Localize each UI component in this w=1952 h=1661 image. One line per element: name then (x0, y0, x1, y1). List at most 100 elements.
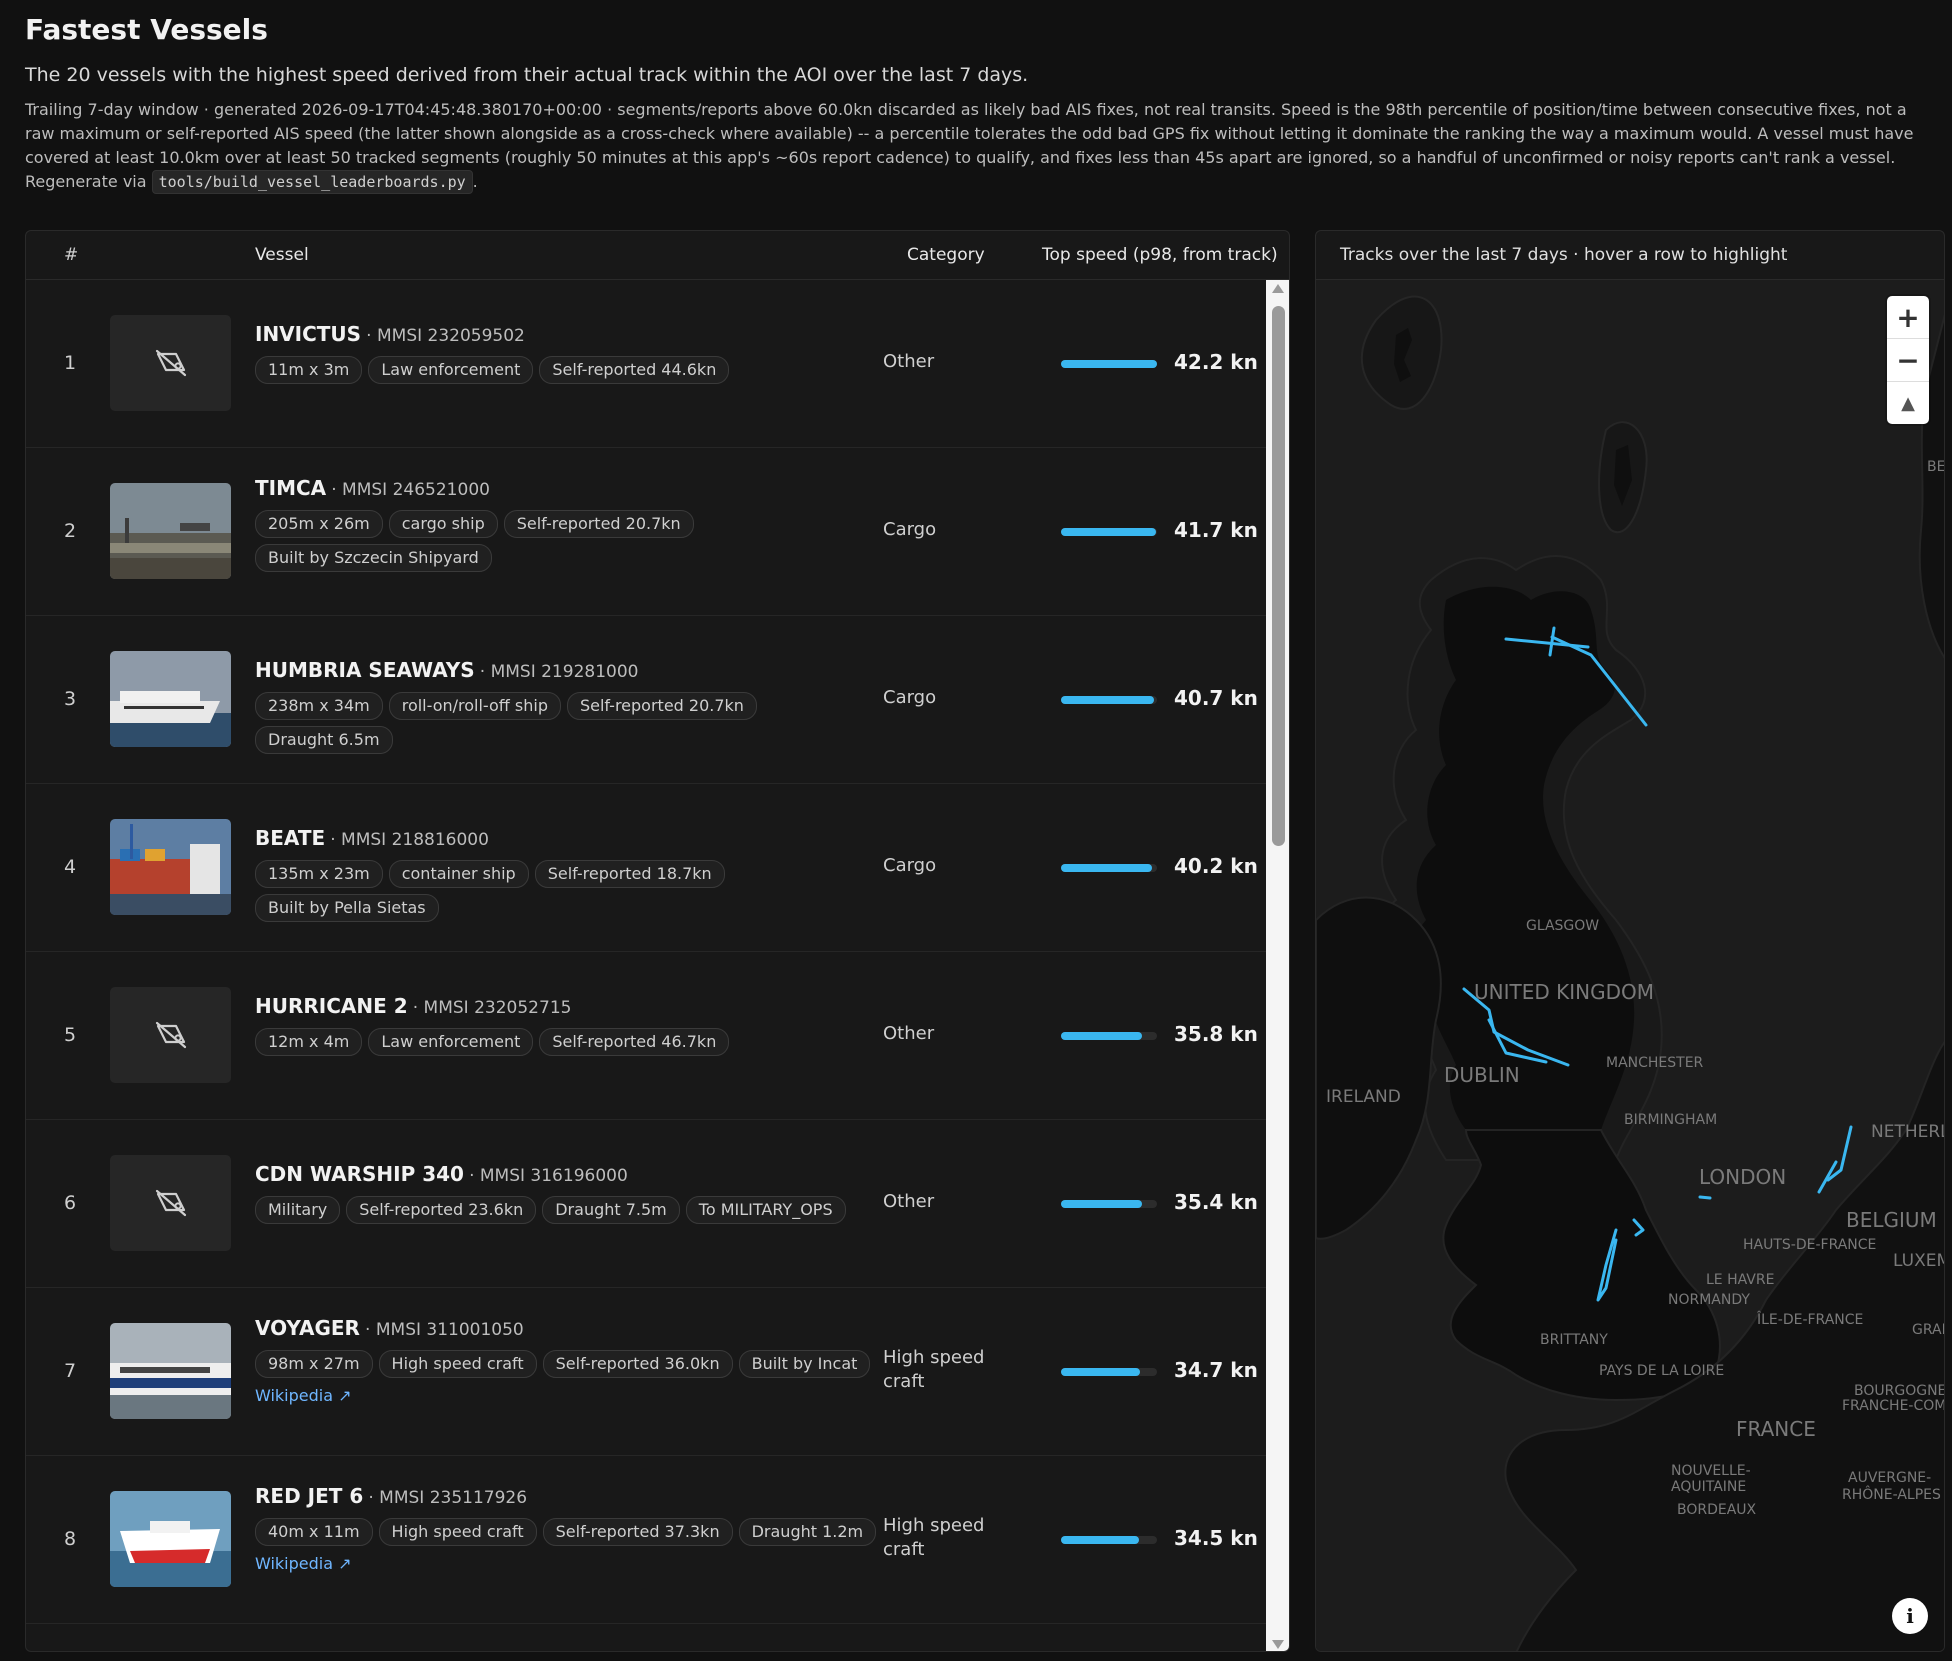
vessel-info: BEATE · MMSI 218816000 135m x 23m containe… (255, 824, 895, 928)
page-description: Trailing 7-day window · generated 2026-0… (25, 98, 1940, 194)
vessel-mmsi: · MMSI 246521000 (331, 480, 490, 500)
vessel-name: CDN WARSHIP 340 (255, 1162, 464, 1186)
map-place-label: AUVERGNE- (1848, 1470, 1932, 1486)
vessel-mmsi: · MMSI 218816000 (330, 830, 489, 850)
page-header: Fastest Vessels The 20 vessels with the … (25, 10, 1940, 194)
row-rank: 1 (64, 352, 77, 374)
attribute-chip: container ship (388, 860, 529, 888)
vessel-mmsi: · MMSI 219281000 (479, 662, 639, 682)
attribute-chip: roll-on/roll-off ship (388, 692, 561, 720)
table-row[interactable]: 3 HUMBRIA SEAWAYS · MMSI 219281000 238m x … (26, 616, 1266, 784)
attribute-chip: Built by Pella Sietas (255, 894, 439, 922)
map-basemap (1316, 280, 1944, 1651)
vessel-title-line: RED JET 6 · MMSI 235117926 (255, 1482, 895, 1512)
map-place-label: BEI (1927, 459, 1945, 475)
map-place-label: MANCHESTER (1606, 1055, 1704, 1071)
attribute-chip: Self-reported 23.6kn (346, 1196, 537, 1224)
table-header: # Vessel Category Top speed (p98, from t… (26, 231, 1289, 280)
attribute-chip: 12m x 4m (255, 1028, 363, 1056)
attribute-chip: Self-reported 44.6kn (539, 356, 730, 384)
attribute-chip: Self-reported 46.7kn (539, 1028, 730, 1056)
page-title: Fastest Vessels (25, 13, 268, 46)
attribute-chip: Military (255, 1196, 341, 1224)
speed-value: 40.2 kn (1174, 854, 1258, 878)
vessel-title-line: VOYAGER · MMSI 311001050 (255, 1314, 895, 1344)
speed-value: 35.4 kn (1174, 1190, 1258, 1214)
table-row[interactable]: 4 BEATE · MMSI 218816000 135m x 23m contain… (26, 784, 1266, 952)
wikipedia-link[interactable]: Wikipedia ↗ (255, 1554, 352, 1573)
map-place-label: NETHERL (1871, 1122, 1945, 1142)
leaderboard-table: # Vessel Category Top speed (p98, from t… (25, 230, 1290, 1652)
map-place-label: AQUITAINE (1671, 1479, 1747, 1495)
map-place-label: NOUVELLE- (1671, 1463, 1751, 1479)
vessel-title-line: INVICTUS · MMSI 232059502 (255, 320, 895, 350)
table-row[interactable]: 7 VOYAGER · MMSI 311001050 98m x 27m High s… (26, 1288, 1266, 1456)
zoom-out-button[interactable]: − (1887, 339, 1929, 381)
map-place-label: BOURGOGNE (1854, 1383, 1945, 1399)
attribute-chip: Draught 6.5m (255, 726, 393, 754)
vessel-attribute-chips: 98m x 27m High speed craft Self-reported 3… (255, 1350, 895, 1384)
speed-bar (1061, 696, 1157, 704)
table-scrollbar[interactable] (1266, 280, 1289, 1651)
map-place-label: FRANCHE-COM (1842, 1398, 1945, 1414)
scroll-down-arrow-icon[interactable] (1272, 1640, 1284, 1649)
row-rank: 6 (64, 1192, 77, 1214)
speed-value: 41.7 kn (1174, 518, 1258, 542)
page-subtitle: The 20 vessels with the highest speed de… (25, 64, 1029, 86)
tracks-map-panel: Tracks over the last 7 days · hover a ro… (1315, 230, 1945, 1652)
vessel-title-line: HUMBRIA SEAWAYS · MMSI 219281000 (255, 656, 895, 686)
speed-bar-fill (1061, 1032, 1143, 1040)
table-row[interactable]: 8 RED JET 6 · MMSI 235117926 40m x 11m High… (26, 1456, 1266, 1624)
map-place-label: LONDON (1699, 1165, 1787, 1189)
wikipedia-link[interactable]: Wikipedia ↗ (255, 1386, 352, 1405)
map-place-label: HAUTS-DE-FRANCE (1743, 1237, 1877, 1253)
map-place-label: BRITTANY (1540, 1332, 1608, 1348)
attribute-chip: Self-reported 20.7kn (566, 692, 757, 720)
script-name: tools/build_vessel_leaderboards.py (151, 170, 473, 194)
vessel-photo (110, 819, 231, 915)
row-rank: 8 (64, 1528, 77, 1550)
table-row[interactable]: 2 TIMCA · MMSI 246521000 205m x 26m cargo s… (26, 448, 1266, 616)
attribute-chip: 11m x 3m (255, 356, 363, 384)
attribute-chip: 205m x 26m (255, 510, 383, 538)
map-place-label: GLASGOW (1526, 918, 1600, 934)
speed-bar-fill (1061, 696, 1154, 704)
vessel-category: Other (883, 351, 935, 372)
speed-value: 42.2 kn (1174, 350, 1258, 374)
attribute-chip: Self-reported 36.0kn (542, 1350, 733, 1378)
table-row[interactable]: 5 HURRICANE 2 · MMSI 232052715 12m x 4m Law… (26, 952, 1266, 1120)
speed-bar-fill (1061, 360, 1157, 368)
speed-bar (1061, 1200, 1157, 1208)
map-place-label: LUXEM (1893, 1251, 1944, 1271)
row-rank: 5 (64, 1024, 77, 1046)
vessel-info: INVICTUS · MMSI 232059502 11m x 3m Law enf… (255, 320, 895, 390)
attribute-chip: Self-reported 37.3kn (542, 1518, 733, 1546)
tracks-map[interactable]: GLASGOW UNITED KINGDOM MANCHESTER DUBLIN IRE… (1316, 280, 1945, 1651)
scroll-up-arrow-icon[interactable] (1272, 284, 1284, 293)
compass-reset-button[interactable]: ▲ (1887, 382, 1929, 424)
vessel-name: HURRICANE 2 (255, 994, 408, 1018)
vessel-attribute-chips: 11m x 3m Law enforcement Self-reported 44.… (255, 356, 895, 390)
table-row[interactable]: 1 INVICTUS · MMSI 232059502 11m x 3m Law en… (26, 280, 1266, 448)
vessel-photo (110, 1323, 231, 1419)
vessel-category: Cargo (883, 855, 937, 876)
attribute-chip: cargo ship (388, 510, 498, 538)
vessel-photo (110, 1491, 231, 1587)
map-place-label: NORMANDY (1668, 1292, 1750, 1308)
vessel-mmsi: · MMSI 316196000 (469, 1166, 628, 1186)
vessel-info: HUMBRIA SEAWAYS · MMSI 219281000 238m x 3… (255, 656, 895, 760)
vessel-category: Cargo (883, 687, 937, 708)
map-controls: + − ▲ (1887, 296, 1929, 424)
scrollbar-thumb[interactable] (1272, 306, 1285, 846)
vessel-attribute-chips: Military Self-reported 23.6kn Draught 7.5m… (255, 1196, 895, 1230)
attribute-chip: Self-reported 20.7kn (503, 510, 694, 538)
map-attribution-info-button[interactable]: i (1892, 1598, 1928, 1634)
row-rank: 3 (64, 688, 77, 710)
speed-value: 34.7 kn (1174, 1358, 1258, 1382)
vessel-attribute-chips: 135m x 23m container ship Self-reported 18… (255, 860, 895, 928)
attribute-chip: Self-reported 18.7kn (534, 860, 725, 888)
row-rank: 7 (64, 1360, 77, 1382)
table-row[interactable]: 6 CDN WARSHIP 340 · MMSI 316196000 Militar… (26, 1120, 1266, 1288)
zoom-in-button[interactable]: + (1887, 296, 1929, 338)
speed-bar-fill (1061, 1200, 1142, 1208)
